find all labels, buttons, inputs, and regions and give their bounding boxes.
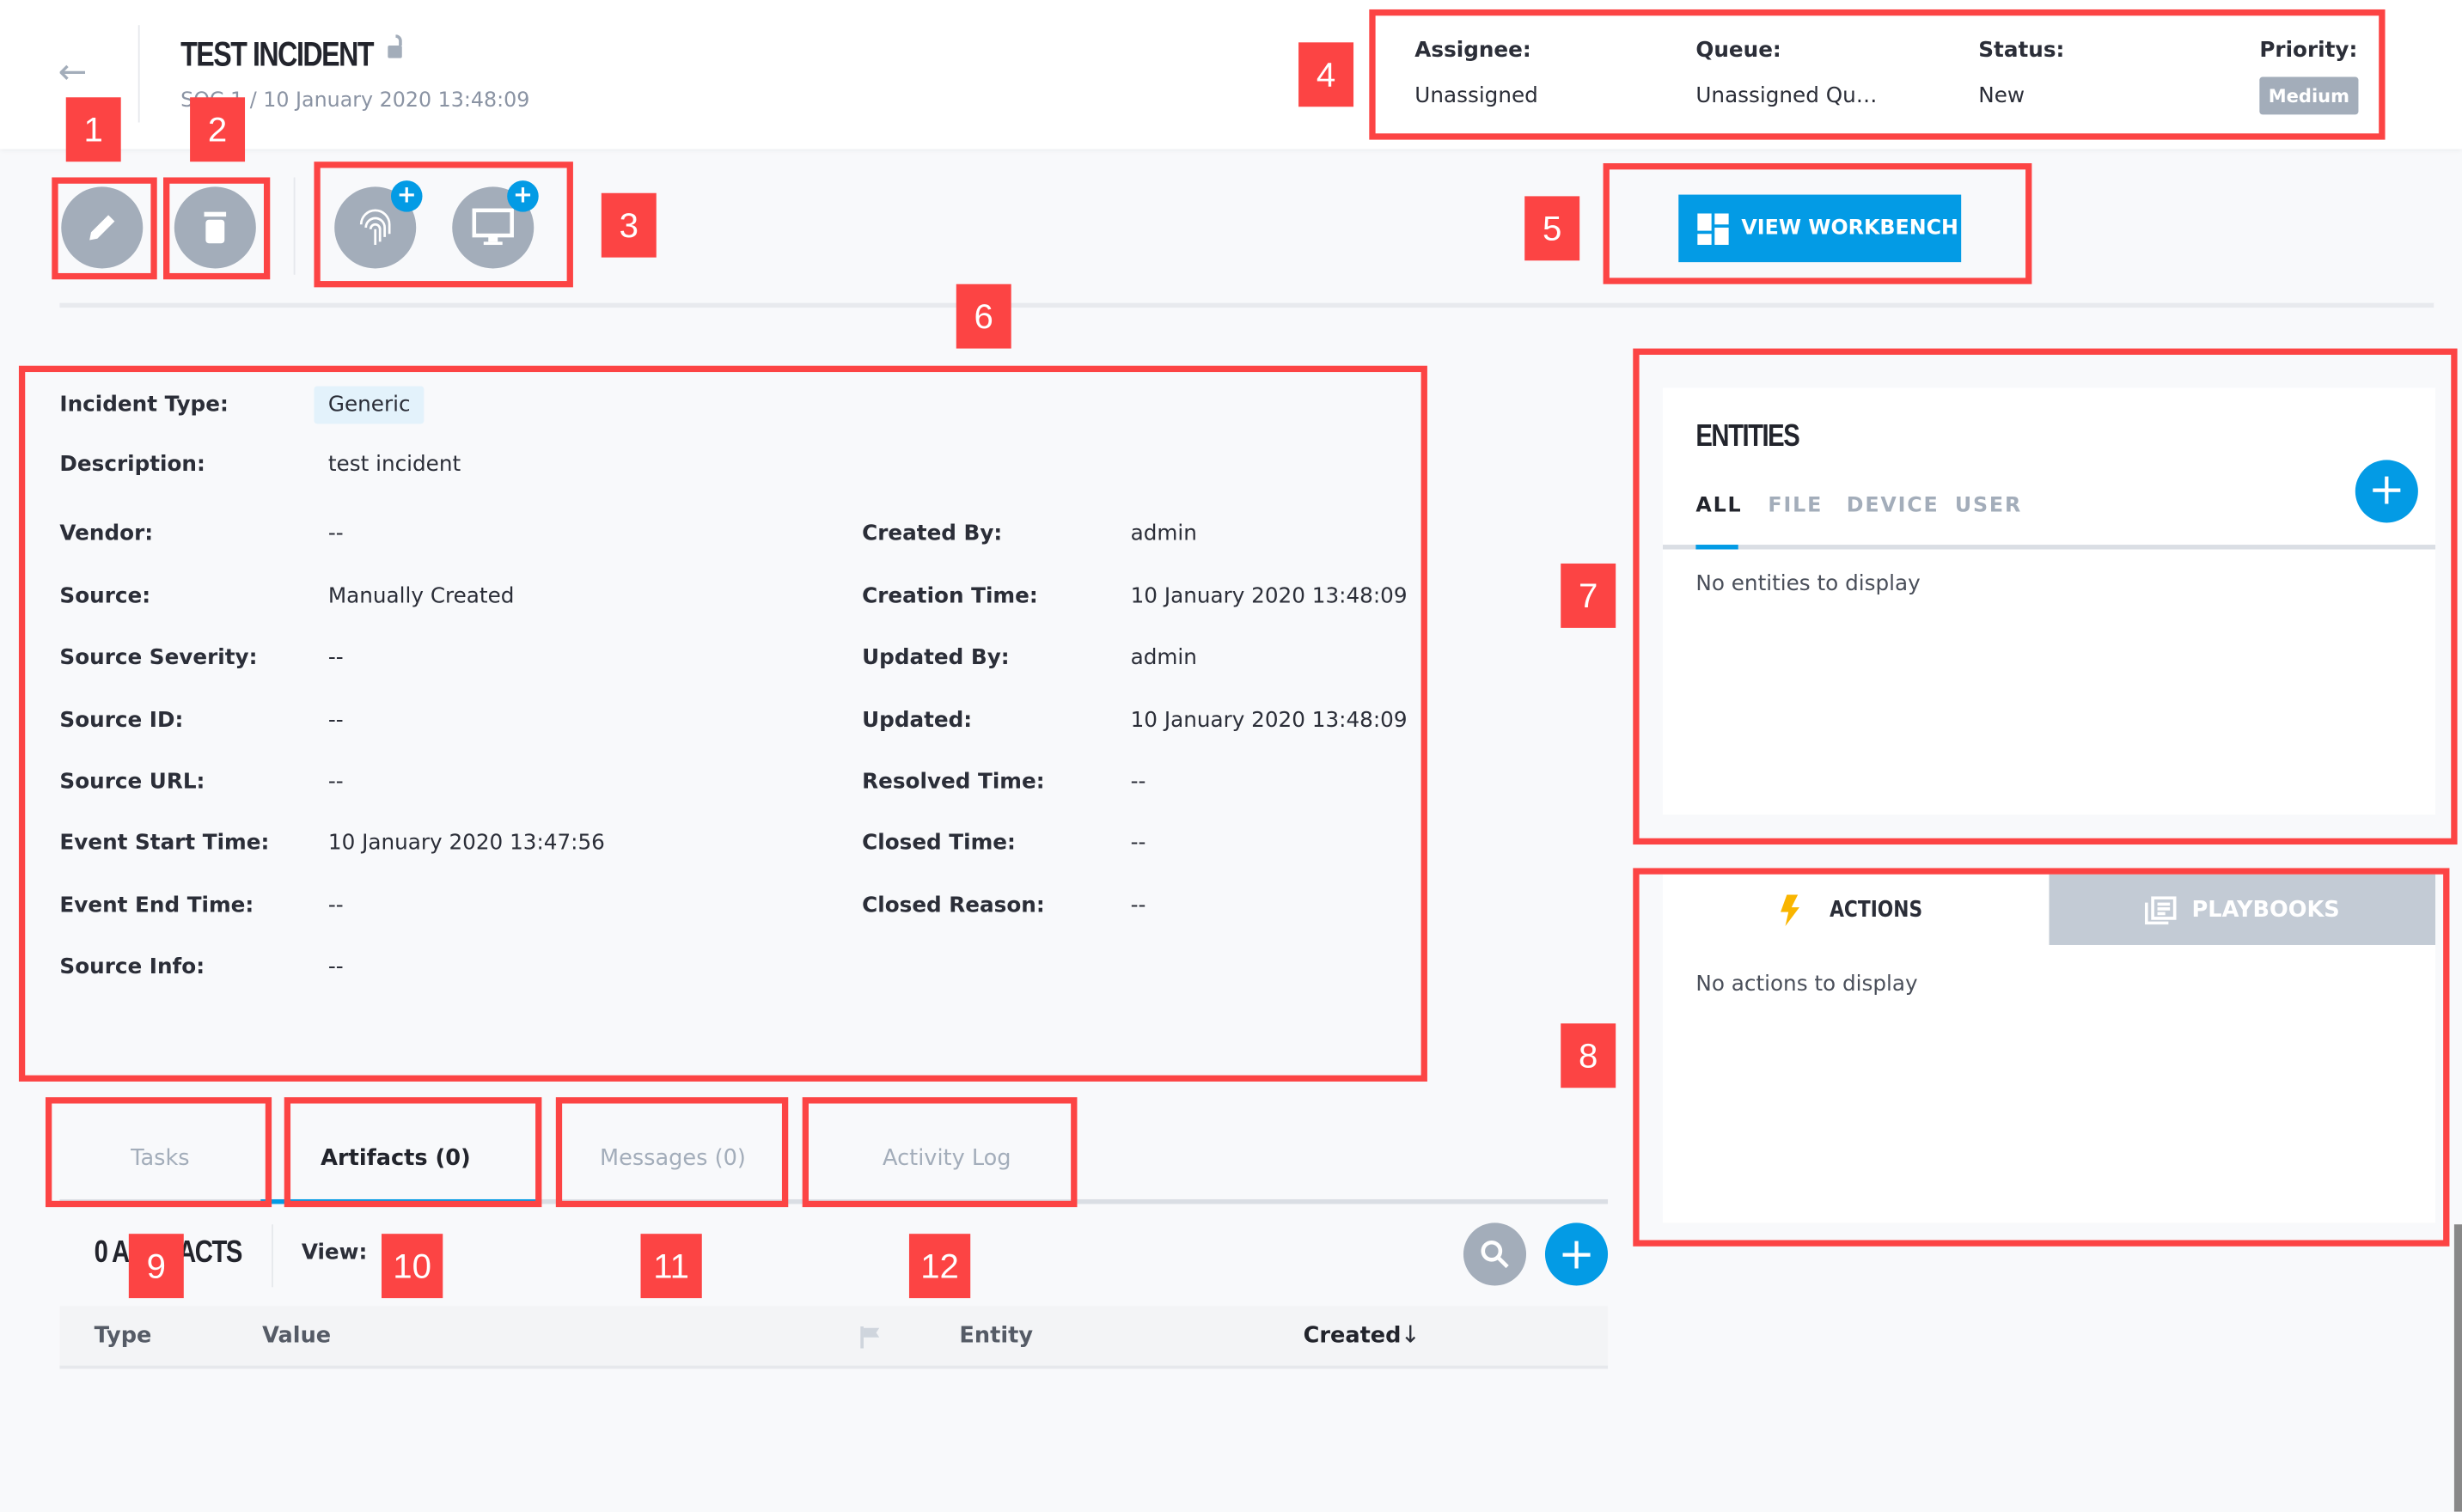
annotation-number: 5 (1524, 196, 1580, 261)
header-divider (137, 25, 140, 123)
back-arrow-icon[interactable]: ← (58, 53, 88, 93)
annotation-number: 9 (128, 1234, 184, 1299)
column-entity[interactable]: Entity (959, 1323, 1033, 1348)
annotation-box (18, 365, 1427, 1082)
unlock-icon[interactable] (386, 34, 405, 59)
annotation-box (1369, 9, 2386, 140)
annotation-box (284, 1097, 542, 1208)
annotation-number: 2 (190, 97, 246, 162)
annotation-number: 11 (640, 1234, 702, 1299)
annotation-box (314, 162, 573, 288)
toolbar-divider (293, 177, 296, 275)
annotation-box (802, 1097, 1078, 1208)
artifacts-divider (272, 1224, 273, 1288)
toolbar-separator (59, 302, 2435, 308)
annotation-number: 6 (956, 284, 1011, 349)
annotation-box (1633, 348, 2458, 845)
annotation-box (555, 1097, 789, 1208)
annotation-number: 4 (1298, 42, 1354, 107)
annotation-box (45, 1097, 272, 1208)
annotation-box (163, 177, 271, 280)
annotation-box (52, 177, 157, 280)
annotation-number: 1 (65, 97, 121, 162)
sort-desc-icon[interactable]: ↓ (1401, 1320, 1420, 1349)
view-label: View: (301, 1240, 368, 1265)
search-icon (1481, 1240, 1509, 1269)
column-value[interactable]: Value (262, 1323, 331, 1348)
annotation-number: 7 (1561, 563, 1616, 628)
annotation-number: 8 (1561, 1023, 1616, 1088)
annotation-number: 12 (908, 1234, 971, 1299)
annotation-box (1603, 163, 2032, 284)
annotation-number: 3 (601, 192, 657, 258)
scrollbar[interactable] (2453, 1224, 2462, 1512)
flag-icon[interactable] (858, 1325, 881, 1355)
search-button[interactable] (1463, 1222, 1527, 1286)
add-artifact-button[interactable]: + (1544, 1222, 1609, 1286)
column-created[interactable]: Created (1304, 1323, 1402, 1348)
annotation-box (1633, 868, 2450, 1247)
page-title: TEST INCIDENT (180, 34, 374, 74)
column-type[interactable]: Type (95, 1323, 152, 1348)
annotation-number: 10 (382, 1234, 443, 1299)
